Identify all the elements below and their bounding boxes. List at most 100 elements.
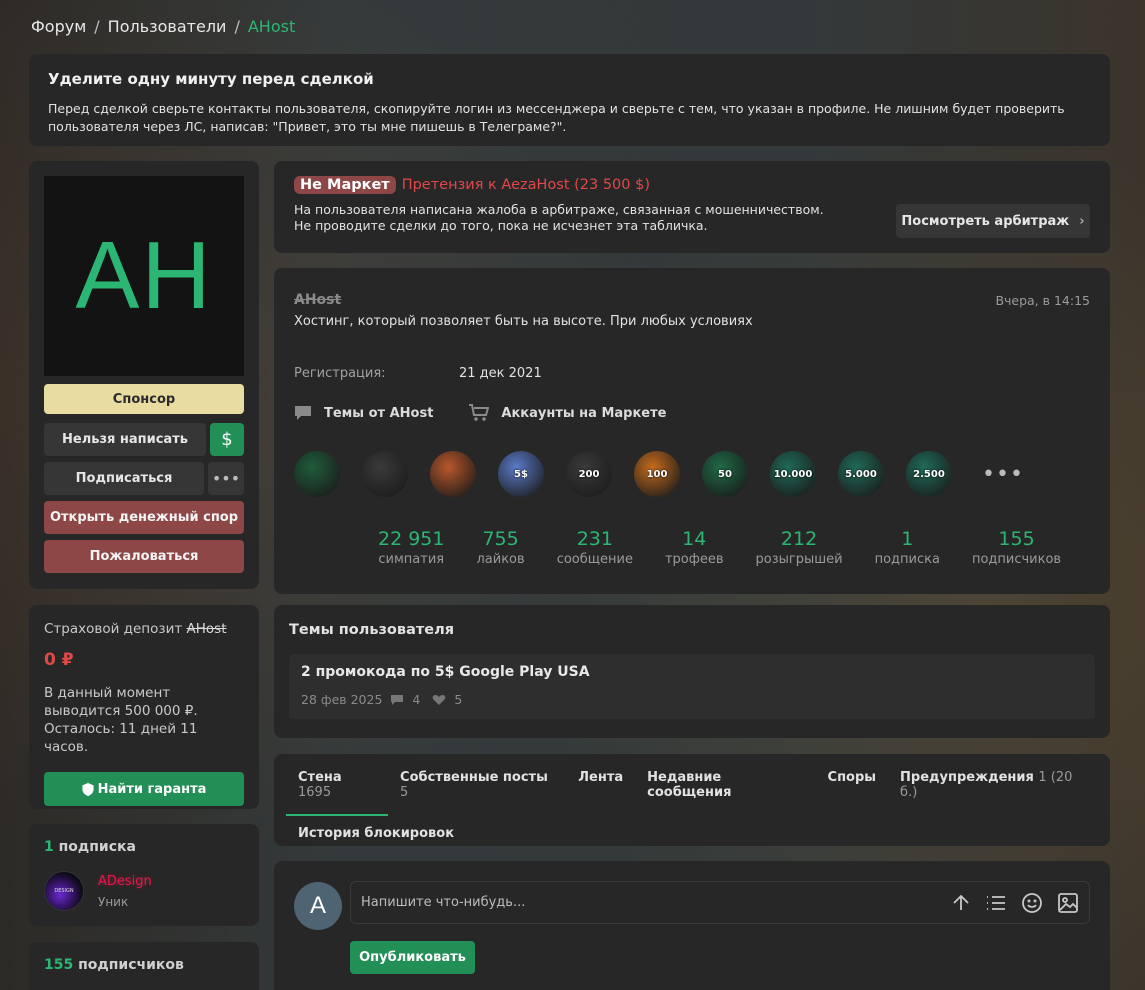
claim-link[interactable]: Претензия к AezaHost (23 500 $) [402, 177, 650, 193]
post-input[interactable]: Напишите что-нибудь... [350, 881, 1090, 924]
deal-notice: Уделите одну минуту перед сделкой Перед … [29, 54, 1110, 146]
stat-label: розыгрышей [755, 552, 843, 567]
smile-icon[interactable] [1021, 892, 1043, 914]
publish-button[interactable]: Опубликовать [350, 941, 475, 974]
topic-item[interactable]: 2 промокода по 5$ Google Play USA 28 фев… [289, 654, 1095, 719]
subscription-username[interactable]: ADesign [98, 874, 152, 889]
stat-value: 231 [576, 528, 613, 550]
stat-item[interactable]: 155 подписчиков [956, 528, 1077, 567]
chevron-right-icon: › [1079, 213, 1085, 229]
trophy-badge[interactable] [430, 450, 498, 498]
trophy-badge[interactable] [294, 450, 362, 498]
arbitration-line1: На пользователя написана жалоба в арбитр… [294, 202, 824, 217]
trophy-badge[interactable]: 5$ [498, 450, 566, 498]
arrow-up-icon[interactable] [951, 893, 971, 913]
trophy-label: 2.500 [906, 451, 952, 497]
stat-label: трофеев [664, 552, 724, 567]
stats-row: 22 951 симпатия 755 лайков 231 сообщение 14 тро… [362, 528, 1090, 567]
stat-item[interactable]: 1 подписка [859, 528, 956, 567]
report-button[interactable]: Пожаловаться [44, 540, 244, 573]
last-seen: Вчера, в 14:15 [995, 293, 1090, 308]
breadcrumb: Форум / Пользователи / AHost [31, 17, 295, 36]
market-accounts-link[interactable]: Аккаунты на Маркете [469, 404, 666, 422]
subscribe-button[interactable]: Подписаться [44, 462, 204, 495]
dollar-icon[interactable]: $ [210, 423, 244, 456]
stat-item[interactable]: 231 сообщение [541, 528, 649, 567]
post-input-placeholder[interactable]: Напишите что-нибудь... [361, 895, 951, 910]
stat-item[interactable]: 22 951 симпатия [362, 528, 460, 567]
trophy-badge[interactable]: 100 [634, 450, 702, 498]
trophy-badge[interactable]: 200 [566, 450, 634, 498]
stat-item[interactable]: 212 розыгрышей [740, 528, 859, 567]
tab-count: 5 [400, 785, 409, 800]
trophy-badge[interactable]: 10.000 [770, 450, 838, 498]
trophy-label: 5.000 [838, 451, 884, 497]
subscriptions-panel: 1 подписка DESIGN ADesign Уник [29, 824, 259, 926]
trophy-label [362, 451, 408, 497]
shield-icon [81, 782, 94, 796]
image-icon[interactable] [1057, 892, 1079, 914]
stat-value: 755 [482, 528, 519, 550]
tab-5[interactable]: Предупреждения 1 (20 б.) [888, 754, 1098, 816]
profile-username: AHost [294, 292, 342, 308]
registration-row: Регистрация: 21 дек 2021 [294, 366, 1090, 381]
stat-label: подписка [874, 552, 940, 567]
tab-2[interactable]: Лента [566, 754, 635, 816]
stat-label: лайков [476, 552, 525, 567]
trophy-badge[interactable]: 2.500 [906, 450, 974, 498]
insurance-deposit: Страховой депозит AHost 0 ₽ В данный мом… [29, 605, 259, 809]
breadcrumb-forum[interactable]: Форум [31, 17, 86, 36]
tab-1[interactable]: Собственные посты 5 [388, 754, 566, 816]
stat-item[interactable]: 14 трофеев [649, 528, 740, 567]
deposit-amount: 0 ₽ [44, 650, 74, 670]
trophy-badge[interactable]: 50 [702, 450, 770, 498]
tab-label: Споры [827, 770, 877, 785]
tab-label: Собственные посты [400, 770, 548, 785]
breadcrumb-users[interactable]: Пользователи [108, 17, 227, 36]
topics-title: Темы пользователя [289, 622, 455, 638]
trophy-badge[interactable]: 5.000 [838, 450, 906, 498]
user-topics: Темы пользователя 2 промокода по 5$ Goog… [274, 605, 1110, 738]
avatar[interactable]: AH [44, 176, 244, 376]
notice-text: Перед сделкой сверьте контакты пользоват… [48, 101, 1065, 134]
sponsor-badge[interactable]: Спонсор [44, 384, 244, 414]
tab-count: 1695 [298, 785, 332, 800]
trophy-badge[interactable] [362, 450, 430, 498]
list-icon[interactable] [985, 893, 1007, 913]
open-dispute-button[interactable]: Открыть денежный спор [44, 501, 244, 534]
find-guarantor-button[interactable]: Найти гаранта [44, 772, 244, 806]
view-arbitration-button[interactable]: Посмотреть арбитраж › [896, 204, 1090, 238]
tab-label: Предупреждения [900, 770, 1034, 785]
deposit-user: AHost [186, 621, 227, 637]
breadcrumb-current[interactable]: AHost [248, 17, 295, 36]
tab-4[interactable]: Споры [816, 754, 889, 816]
subscription-role: Уник [98, 894, 129, 909]
my-avatar[interactable]: A [294, 882, 342, 930]
followers-panel: 155 подписчиков [29, 942, 259, 990]
topic-date: 28 фев 2025 [301, 692, 383, 707]
comment-icon [295, 406, 311, 420]
stat-item[interactable]: 755 лайков [460, 528, 540, 567]
tab-3[interactable]: Недавние сообщения [635, 754, 815, 816]
profile-status: Хостинг, который позволяет быть на высот… [294, 314, 753, 329]
tab-6[interactable]: История блокировок [286, 816, 466, 851]
trophies-row: 5$ 200 100 50 10.000 5.000 2.500 ••• [294, 450, 1090, 498]
stat-value: 155 [998, 528, 1035, 550]
trophy-label [430, 451, 476, 497]
topic-title[interactable]: 2 промокода по 5$ Google Play USA [301, 664, 1083, 680]
more-trophies-icon[interactable]: ••• [982, 462, 1024, 487]
more-options-icon[interactable]: ••• [208, 462, 244, 495]
trophy-label: 5$ [498, 451, 544, 497]
stat-value: 1 [901, 528, 914, 550]
notice-title: Уделите одну минуту перед сделкой [48, 70, 374, 88]
stat-value: 14 [682, 528, 707, 550]
subscription-avatar[interactable]: DESIGN [44, 871, 84, 911]
user-topics-link[interactable]: Темы от AHost [294, 404, 433, 422]
stat-label: подписчиков [971, 552, 1062, 567]
topic-likes: 5 [454, 692, 463, 707]
subscription-user[interactable]: DESIGN ADesign Уник [44, 871, 244, 911]
tab-0[interactable]: Стена 1695 [286, 754, 389, 816]
tab-label: Недавние сообщения [647, 770, 732, 800]
avatar-text: AH [75, 222, 213, 329]
cannot-write-button[interactable]: Нельзя написать [44, 423, 206, 456]
